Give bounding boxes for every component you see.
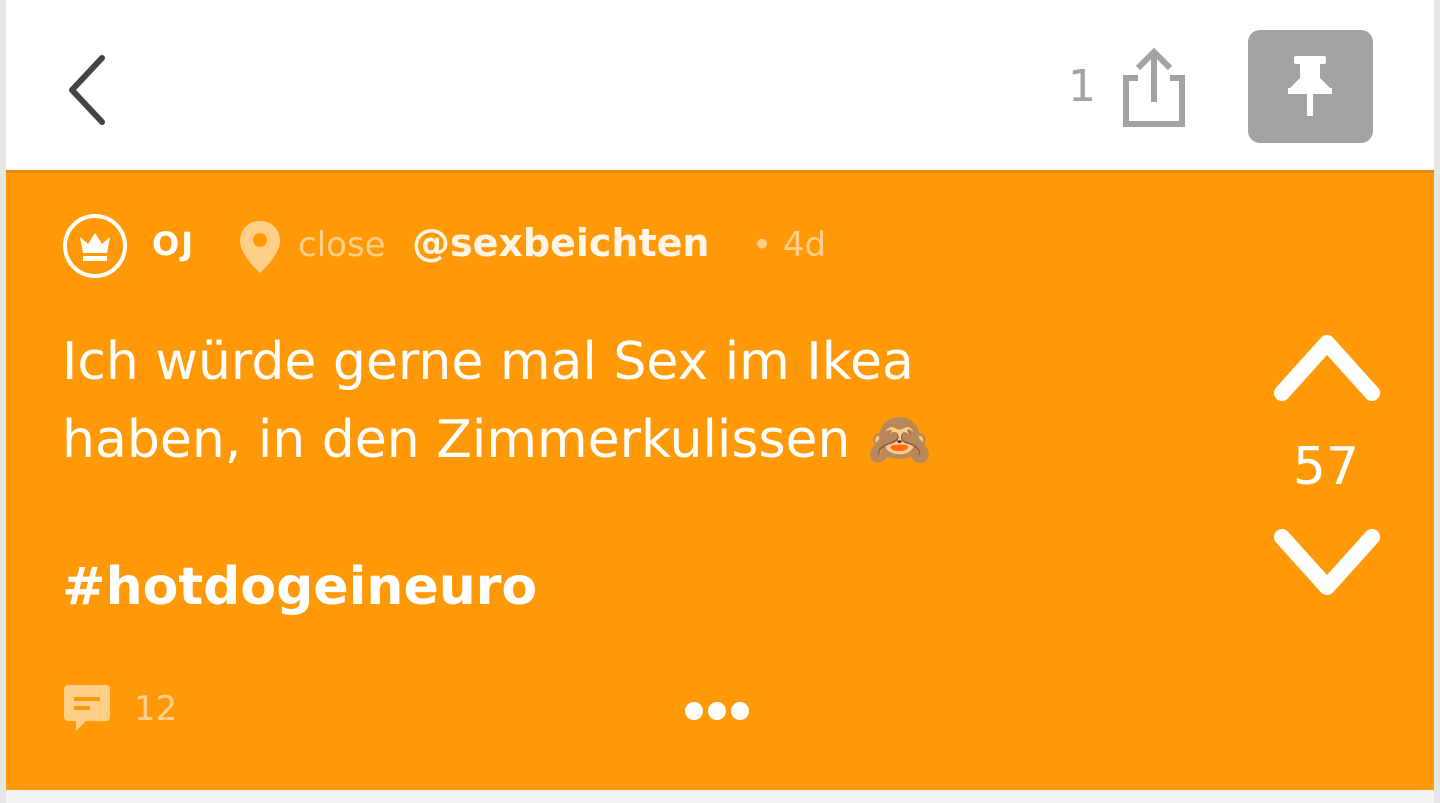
location-label: close [298, 225, 386, 265]
more-button[interactable] [684, 699, 750, 723]
comment-button[interactable] [62, 683, 112, 735]
share-icon [1123, 47, 1185, 127]
post-meta: OJ close @sexbeichten • 4d [62, 213, 962, 279]
back-button[interactable] [60, 52, 120, 128]
more-dots-icon [685, 702, 749, 720]
pin-button[interactable] [1248, 30, 1373, 143]
comment-icon [64, 685, 110, 731]
location-pin-icon [240, 221, 280, 273]
post-text-line: Ich würde gerne mal Sex im Ikea [62, 332, 914, 392]
post-age: • 4d [752, 225, 827, 265]
list-divider [6, 790, 1434, 803]
upvote-button[interactable] [1274, 331, 1380, 403]
app-screen: 1 OJ close @sexbeichten • 4d Ich würde g… [6, 0, 1434, 803]
top-bar: 1 [6, 0, 1434, 170]
crown-badge [62, 213, 128, 279]
share-button[interactable] [1114, 44, 1186, 128]
vote-count: 57 [1292, 437, 1360, 497]
comment-count: 12 [134, 689, 178, 729]
channel-link[interactable]: @sexbeichten [412, 221, 709, 265]
chevron-left-icon [69, 55, 105, 125]
location-pin [238, 219, 282, 275]
share-count: 1 [1068, 61, 1096, 112]
vote-control: 57 [1266, 331, 1386, 611]
post-text-line: haben, in den Zimmerkulissen 🙈 [62, 410, 932, 470]
chevron-up-icon [1274, 335, 1380, 401]
chevron-down-icon [1274, 529, 1380, 595]
crown-icon [63, 214, 127, 278]
post-text: Ich würde gerne mal Sex im Ikea haben, i… [62, 323, 1142, 479]
author-label: OJ [152, 225, 196, 263]
post-card[interactable]: OJ close @sexbeichten • 4d Ich würde ger… [6, 170, 1434, 790]
post-footer: 12 [62, 681, 1362, 741]
hashtag-link[interactable]: #hotdogeineuro [62, 557, 537, 617]
pin-icon [1288, 56, 1332, 116]
downvote-button[interactable] [1274, 527, 1380, 599]
